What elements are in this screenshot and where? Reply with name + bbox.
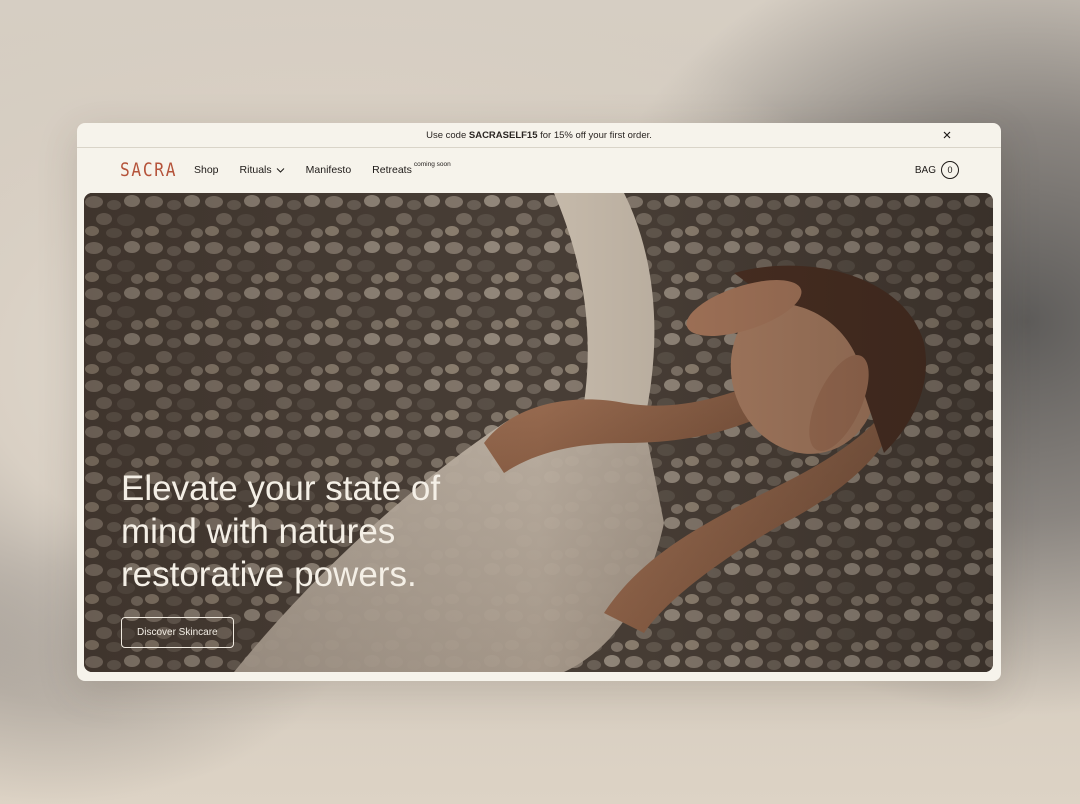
bag-count: 0 bbox=[941, 161, 959, 179]
hero-image bbox=[84, 193, 993, 672]
bag-label: BAG bbox=[914, 164, 936, 176]
chevron-down-icon bbox=[276, 165, 285, 177]
nav-item-manifesto[interactable]: Manifesto bbox=[306, 164, 352, 176]
bag-button[interactable]: BAG 0 bbox=[915, 161, 959, 179]
logo[interactable]: SACRA bbox=[120, 159, 175, 181]
main-nav: SACRA Shop Rituals Manifesto Retreats co… bbox=[77, 148, 1001, 192]
hero-section: Elevate your state of mind with natures … bbox=[84, 193, 993, 672]
close-icon[interactable] bbox=[941, 129, 953, 141]
coming-soon-badge: coming soon bbox=[413, 161, 451, 168]
hero-headline: Elevate your state of mind with natures … bbox=[121, 469, 441, 594]
nav-item-shop[interactable]: Shop bbox=[194, 164, 219, 176]
browser-window: Use code SACRASELF15 for 15% off your fi… bbox=[77, 123, 1001, 681]
nav-item-retreats[interactable]: Retreats coming soon bbox=[372, 161, 451, 176]
nav-menu: Shop Rituals Manifesto Retreats coming s… bbox=[194, 161, 472, 177]
discover-skincare-button[interactable]: Discover Skincare bbox=[121, 617, 234, 648]
announcement-bar: Use code SACRASELF15 for 15% off your fi… bbox=[77, 123, 1001, 148]
announcement-text: Use code SACRASELF15 for 15% off your fi… bbox=[426, 129, 652, 141]
promo-code: SACRASELF15 bbox=[468, 129, 538, 141]
nav-item-rituals[interactable]: Rituals bbox=[240, 164, 285, 177]
